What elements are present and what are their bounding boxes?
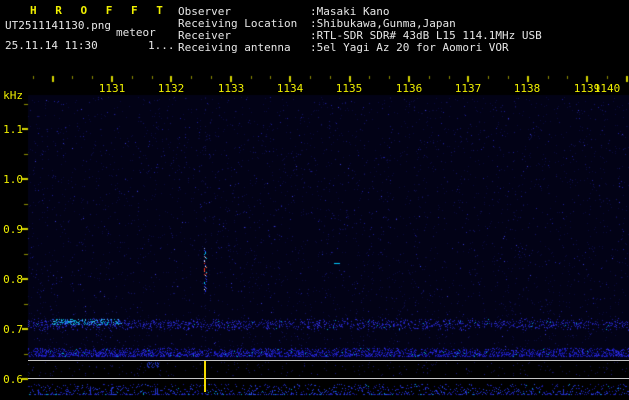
observation-datetime: 25.11.14 11:30 xyxy=(5,39,98,52)
freq-tick-label-1-1: 1.1 xyxy=(3,123,23,136)
time-tick-label-1134: 1134 xyxy=(276,82,304,95)
meta-label-antenna: Receiving antenna xyxy=(178,41,291,54)
khz-unit-label: kHz xyxy=(3,89,23,102)
observation-mode: meteor xyxy=(116,26,156,39)
meta-value-antenna: :5el Yagi Az 20 for Aomori VOR xyxy=(310,41,509,54)
time-tick-label-1140: 1140 xyxy=(593,82,621,95)
time-tick-label-1133: 1133 xyxy=(217,82,245,95)
time-tick-label-1135: 1135 xyxy=(335,82,363,95)
divider-line-upper xyxy=(28,360,629,361)
freq-tick-label-0-6: 0.6 xyxy=(3,373,23,386)
freq-tick-label-1-0: 1.0 xyxy=(3,173,23,186)
status-counter: 1... xyxy=(148,39,175,52)
app-title: H R O F F T xyxy=(30,4,169,17)
hrofft-window: H R O F F T UT2511141130.png meteor 25.1… xyxy=(0,0,629,400)
spectrogram-canvas xyxy=(22,74,629,398)
time-tick-label-1132: 1132 xyxy=(157,82,185,95)
divider-line-lower xyxy=(28,378,629,379)
time-tick-label-1138: 1138 xyxy=(513,82,541,95)
meteor-echo-marker xyxy=(204,361,206,392)
time-tick-label-1137: 1137 xyxy=(454,82,482,95)
time-tick-label-1136: 1136 xyxy=(395,82,423,95)
freq-tick-label-0-7: 0.7 xyxy=(3,323,23,336)
time-tick-label-1131: 1131 xyxy=(98,82,126,95)
freq-tick-label-0-9: 0.9 xyxy=(3,223,23,236)
freq-tick-label-0-8: 0.8 xyxy=(3,273,23,286)
output-filename: UT2511141130.png xyxy=(5,19,111,32)
